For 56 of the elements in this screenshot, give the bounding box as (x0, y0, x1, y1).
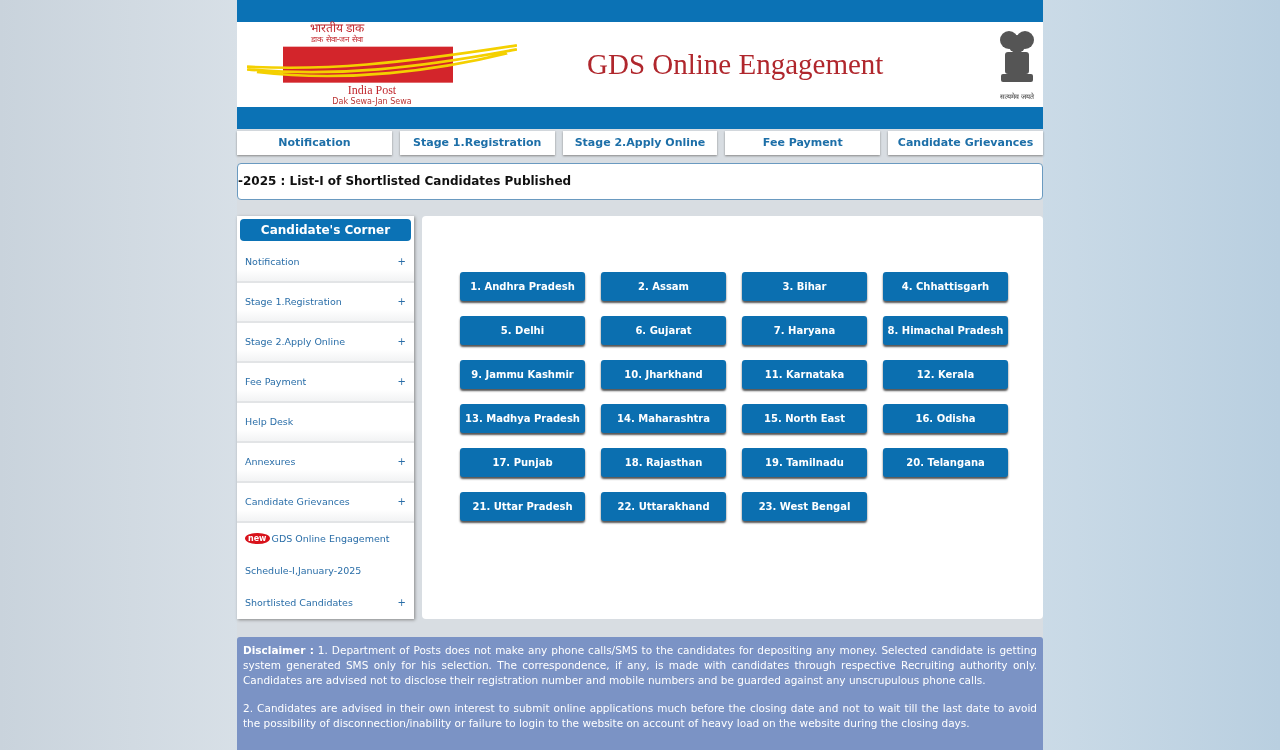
ticker-text: -2025 : List-I of Shortlisted Candidates Published (238, 174, 572, 189)
expand-icon: + (397, 336, 406, 348)
logo-hindi-text: भारतीय डाक (309, 21, 365, 35)
state-button[interactable]: 6. Gujarat (601, 315, 726, 345)
sidebar-item[interactable]: Candidate Grievances + (237, 482, 414, 523)
sidebar-item[interactable]: Stage 2.Apply Online + (237, 322, 414, 363)
sidebar-item[interactable]: Stage 1.Registration + (237, 282, 414, 323)
state-button[interactable]: 23. West Bengal (742, 491, 867, 521)
state-button[interactable]: 18. Rajasthan (601, 447, 726, 477)
state-button[interactable]: 2. Assam (601, 271, 726, 301)
state-button[interactable]: 12. Kerala (883, 359, 1008, 389)
logo-tagline: Dak Sewa-Jan Sewa (332, 96, 412, 106)
state-button[interactable]: 10. Jharkhand (601, 359, 726, 389)
sidebar-item[interactable]: Notification + (237, 242, 414, 283)
sidebar-item[interactable]: Help Desk (237, 402, 414, 443)
state-button[interactable]: 5. Delhi (460, 315, 585, 345)
logo-name: India Post (347, 83, 397, 97)
state-button[interactable]: 17. Punjab (460, 447, 585, 477)
state-button[interactable]: 1. Andhra Pradesh (460, 271, 585, 301)
nav-tab[interactable]: Fee Payment (725, 131, 881, 155)
state-button[interactable]: 13. Madhya Pradesh (460, 403, 585, 433)
state-button[interactable]: 15. North East (742, 403, 867, 433)
state-button[interactable]: 7. Haryana (742, 315, 867, 345)
nav-tab[interactable]: Candidate Grievances (888, 131, 1043, 155)
disclaimer-paragraph: 2. Candidates are advised in their own interest to submit online applications much before the closing date and not to wait till the last date to avoid the possibility of disconnection/inability or failure to login to the website on account of heavy load on the website during the closing days. (243, 701, 1037, 731)
sidebar-item[interactable]: Fee Payment + (237, 362, 414, 403)
nav-tab[interactable]: Notification (237, 131, 392, 155)
site-title: GDS Online Engagement (587, 47, 885, 81)
state-button[interactable]: 16. Odisha (883, 403, 1008, 433)
state-button[interactable]: 3. Bihar (742, 271, 867, 301)
expand-icon: + (397, 256, 406, 268)
nav-tab[interactable]: Stage 2.Apply Online (562, 131, 718, 155)
nav-tab[interactable]: Stage 1.Registration (399, 131, 555, 155)
state-button[interactable]: 4. Chhattisgarh (883, 271, 1008, 301)
news-link[interactable]: Shortlisted Candidates + (237, 586, 414, 619)
expand-icon: + (397, 597, 406, 609)
news-link[interactable]: GDS Online Engagement (271, 533, 390, 545)
new-badge: new (245, 533, 270, 545)
expand-icon: + (397, 496, 406, 508)
state-button[interactable]: 11. Karnataka (742, 359, 867, 389)
state-button[interactable]: 9. Jammu Kashmir (460, 359, 585, 389)
state-button[interactable]: 8. Himachal Pradesh (883, 315, 1008, 345)
state-button[interactable]: 22. Uttarakhand (601, 491, 726, 521)
postal-horn-logo-icon (247, 43, 517, 84)
expand-icon: + (397, 296, 406, 308)
news-link[interactable]: Schedule-I,January-2025 (237, 554, 414, 587)
state-button[interactable]: 20. Telangana (883, 447, 1008, 477)
state-button[interactable]: 14. Maharashtra (601, 403, 726, 433)
expand-icon: + (397, 376, 406, 388)
state-button[interactable]: 21. Uttar Pradesh (460, 491, 585, 521)
expand-icon: + (397, 456, 406, 468)
state-button[interactable]: 19. Tamilnadu (742, 447, 867, 477)
logo-hindi-tagline: डाक सेवा-जन सेवा (311, 34, 363, 44)
sidebar-title: Candidate's Corner (240, 218, 411, 241)
sidebar-item[interactable]: Annexures + (237, 442, 414, 483)
disclaimer-paragraph: Disclaimer : 1. Department of Posts does not make any phone calls/SMS to the candidates for depositing any money. Selected candidate is getting system generated SMS only for his selection. The correspondence, if any, is made with candidates through respective Recruiting authority only. Candidates are advised not to disclose their registration number and mobile numbers and be guarded against any unscrupulous phone calls. (243, 643, 1037, 688)
